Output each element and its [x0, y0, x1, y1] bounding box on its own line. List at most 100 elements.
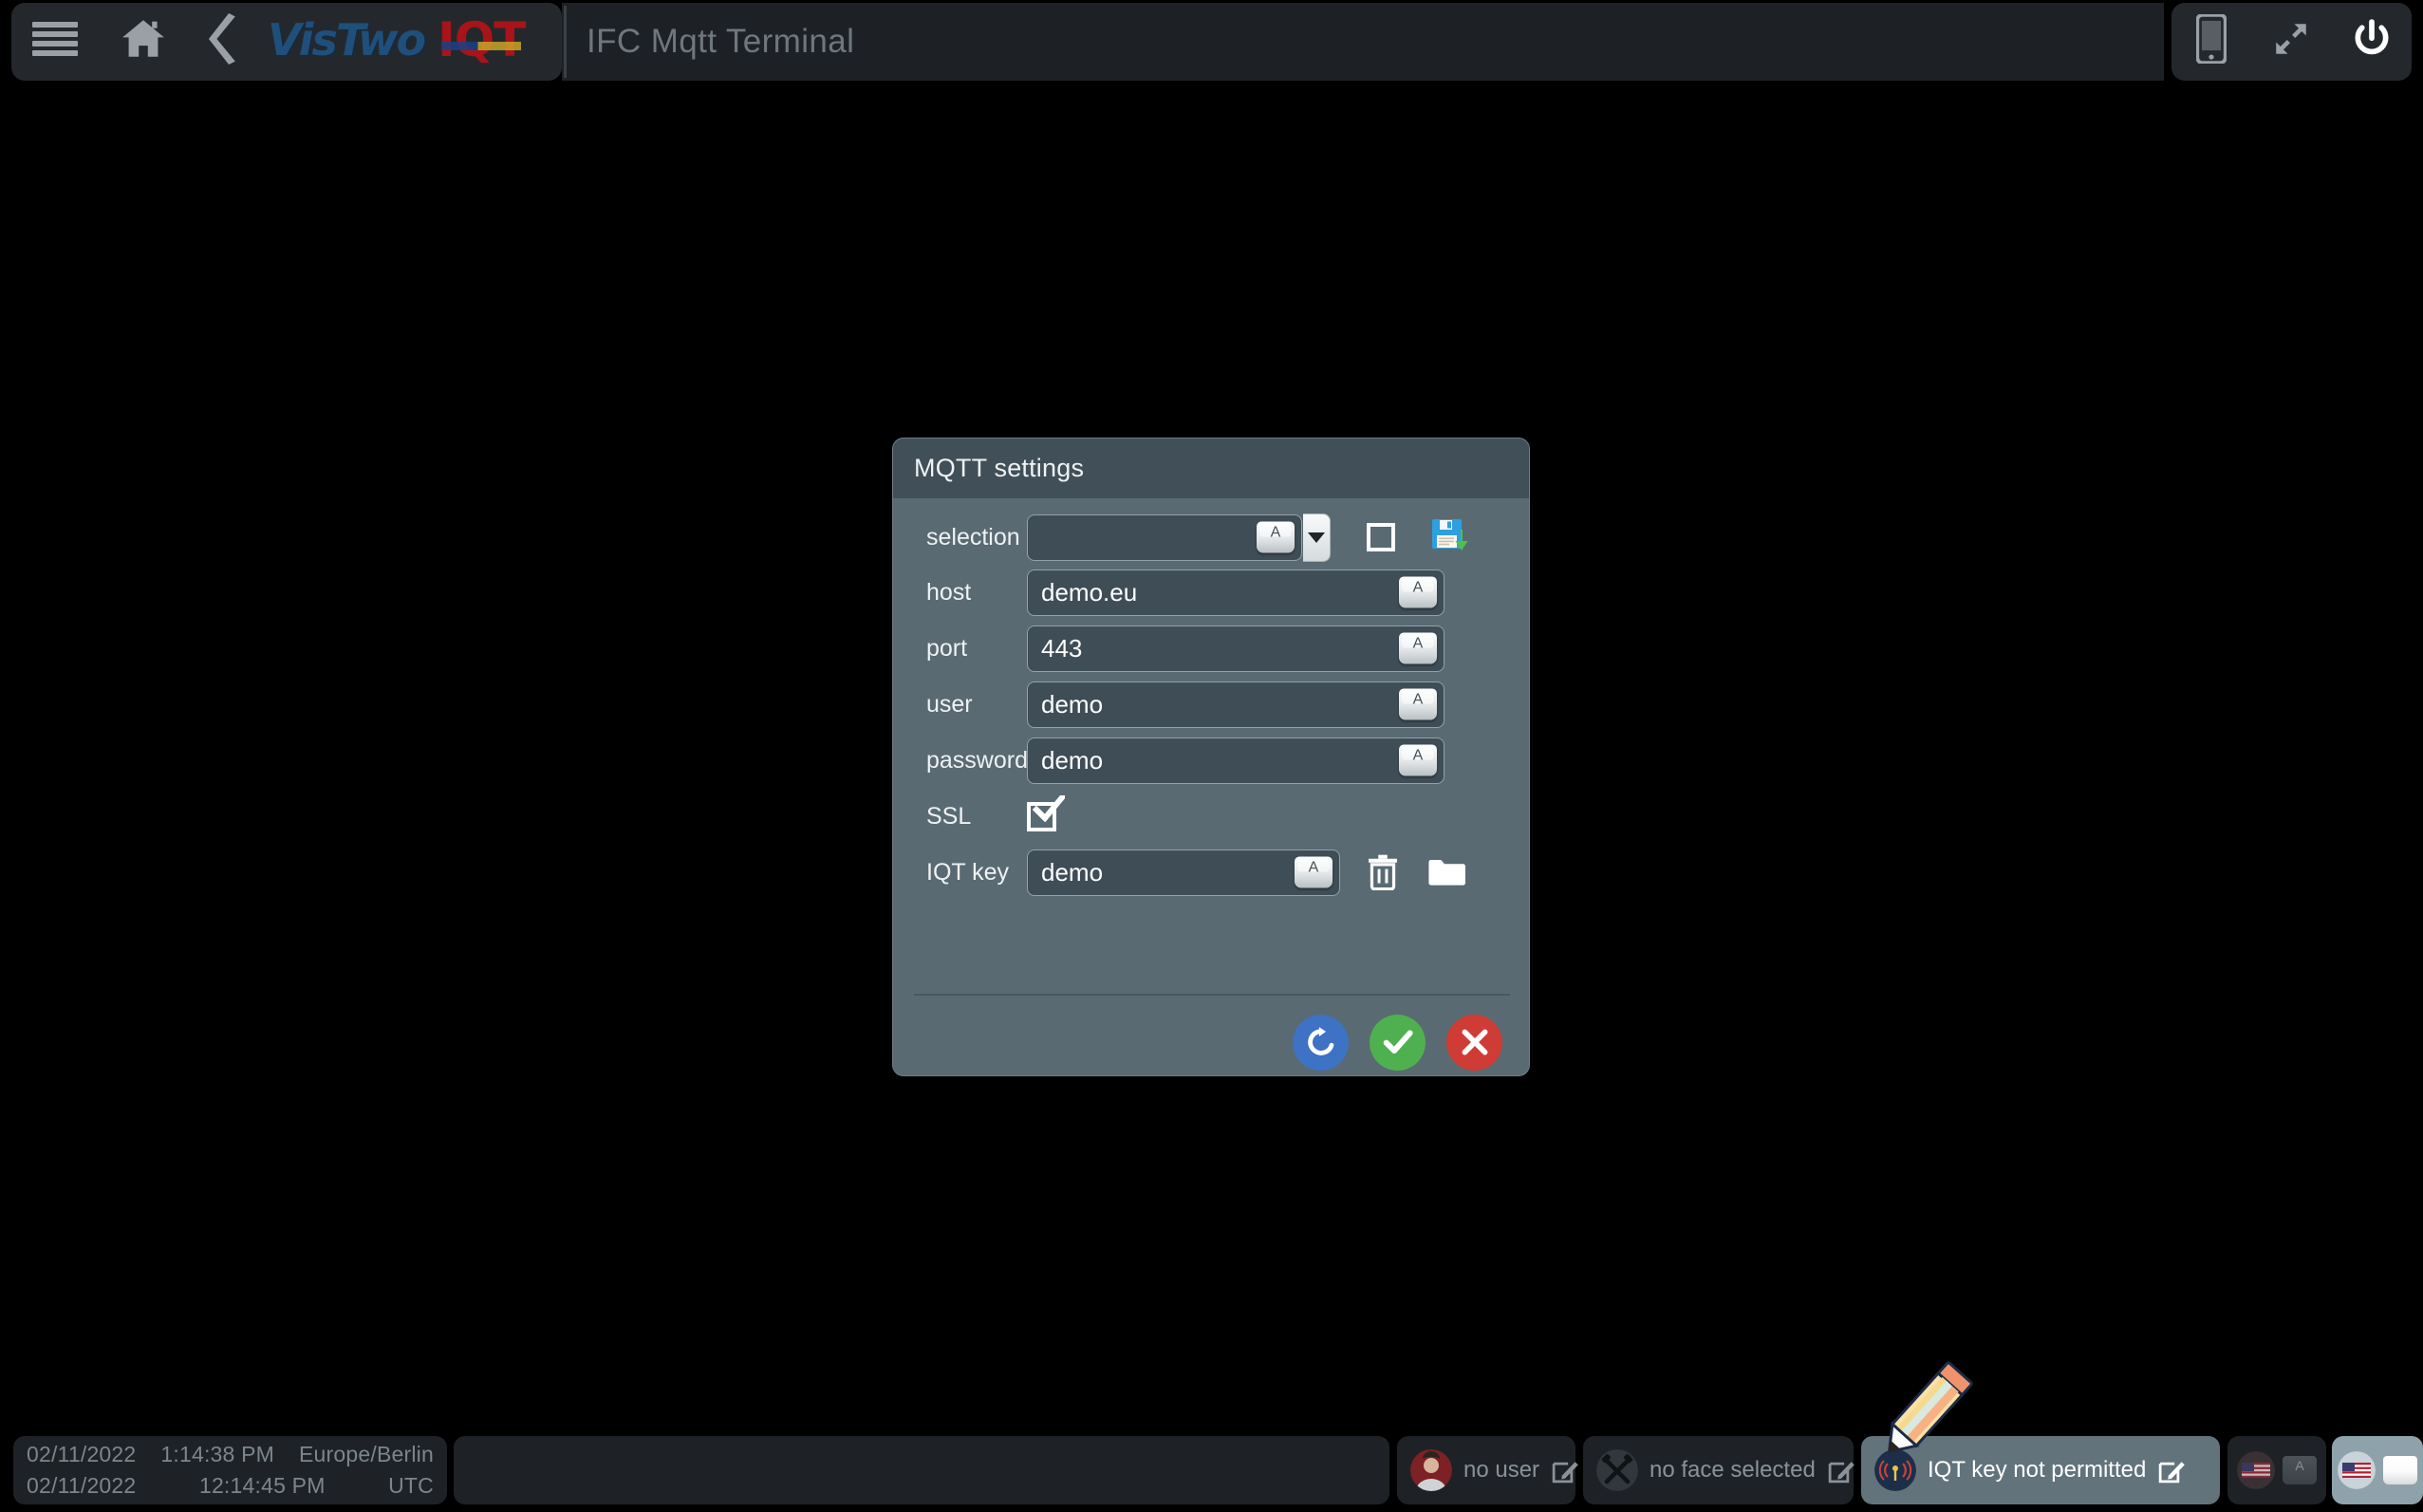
- clock-local-date: 02/11/2022: [27, 1442, 137, 1466]
- iqt-key-input[interactable]: demo A: [1027, 849, 1340, 896]
- language-inactive-panel[interactable]: A: [2227, 1436, 2326, 1504]
- status-spacer-panel: [454, 1436, 1389, 1504]
- selection-dropdown-button[interactable]: [1303, 513, 1331, 562]
- form-row-ssl: SSL: [893, 789, 1529, 844]
- label-ssl: SSL: [926, 802, 972, 830]
- chevron-down-icon: [1308, 532, 1325, 543]
- selection-checkbox[interactable]: [1367, 523, 1395, 551]
- status-user-label: no user: [1463, 1457, 1540, 1483]
- mobile-phone-icon[interactable]: [2171, 0, 2251, 78]
- status-face-label: no face selected: [1650, 1457, 1816, 1483]
- keyboard-key-icon[interactable]: A: [1399, 632, 1437, 664]
- keyboard-key-icon[interactable]: A: [1295, 856, 1333, 888]
- keyboard-key-icon: A: [2283, 1456, 2317, 1484]
- mqtt-settings-dialog: MQTT settings selection A host demo.eu A…: [892, 438, 1530, 1076]
- power-icon[interactable]: [2331, 0, 2412, 78]
- dialog-separator: [914, 994, 1510, 996]
- floppy-save-glyph: [1432, 519, 1468, 551]
- hamburger-bar: [32, 41, 78, 47]
- checkmark-icon: [1033, 794, 1065, 822]
- reload-button[interactable]: [1293, 1014, 1349, 1071]
- logo-iqt-text: IQT: [438, 12, 526, 67]
- status-face-panel[interactable]: no face selected: [1583, 1436, 1855, 1504]
- chevron-left-glyph: [208, 13, 235, 65]
- iqt-key-value: demo: [1041, 857, 1104, 887]
- header-divider: [564, 6, 567, 78]
- iqt-badge-glyph: [1874, 1449, 1916, 1491]
- cancel-button[interactable]: [1446, 1014, 1502, 1071]
- user-input[interactable]: demo A: [1027, 681, 1444, 728]
- selection-input[interactable]: A: [1027, 513, 1302, 561]
- port-input[interactable]: 443 A: [1027, 625, 1444, 672]
- dialog-body: selection A host demo.eu A port 443 A us…: [893, 498, 1529, 1075]
- host-input[interactable]: demo.eu A: [1027, 569, 1444, 616]
- port-value: 443: [1041, 633, 1083, 663]
- label-password: password: [926, 746, 1028, 774]
- form-row-user: user demo A: [893, 677, 1529, 732]
- hammers-glyph: [1596, 1449, 1638, 1491]
- app-logo: VisTwo IQT: [268, 12, 526, 67]
- status-user-panel[interactable]: no user: [1397, 1436, 1578, 1504]
- home-icon[interactable]: [101, 0, 186, 78]
- user-avatar-icon: [1410, 1449, 1452, 1491]
- iqt-key-badge-icon: [1874, 1449, 1916, 1491]
- form-row-port: port 443 A: [893, 621, 1529, 676]
- floppy-save-icon[interactable]: [1431, 517, 1471, 557]
- clock-local-zone: Europe/Berlin: [299, 1442, 434, 1466]
- avatar-glyph: [1410, 1449, 1452, 1491]
- password-input[interactable]: demo A: [1027, 737, 1444, 784]
- keyboard-key-icon[interactable]: A: [1399, 688, 1437, 720]
- dialog-title: MQTT settings: [914, 454, 1085, 482]
- app-header: VisTwo IQT IFC Mqtt Terminal: [0, 0, 2423, 84]
- keyboard-key-icon[interactable]: A: [1257, 521, 1295, 553]
- dialog-titlebar: MQTT settings: [893, 439, 1529, 498]
- logo-vistwo-text: VisTwo: [268, 14, 426, 65]
- us-flag-icon: [2237, 1451, 2275, 1489]
- clock-utc-line: 02/11/2022 12:14:45 PM UTC: [27, 1470, 434, 1502]
- expand-arrows-glyph: [2276, 24, 2306, 54]
- us-flag-icon: [2338, 1451, 2376, 1489]
- language-active-panel[interactable]: [2332, 1436, 2423, 1504]
- home-glyph: [122, 20, 164, 57]
- us-flag-glyph: [2338, 1451, 2376, 1489]
- close-x-icon: [1462, 1029, 1487, 1055]
- form-row-iqt-key: IQT key demo A: [893, 845, 1529, 900]
- trash-glyph: [1369, 854, 1397, 891]
- label-host: host: [926, 578, 972, 606]
- ssl-checkbox[interactable]: [1027, 794, 1065, 831]
- trash-icon[interactable]: [1367, 854, 1399, 891]
- reload-icon: [1307, 1027, 1333, 1055]
- confirm-button[interactable]: [1370, 1014, 1426, 1071]
- keyboard-key-icon[interactable]: A: [1399, 744, 1437, 776]
- hammers-icon: [1596, 1449, 1638, 1491]
- keyboard-key-icon: [2383, 1456, 2417, 1484]
- label-user: user: [926, 690, 973, 718]
- window-title: IFC Mqtt Terminal: [587, 23, 855, 60]
- hamburger-bar: [32, 50, 78, 56]
- form-row-selection: selection A: [893, 510, 1529, 565]
- clock-utc-zone: UTC: [388, 1473, 434, 1498]
- folder-glyph: [1428, 860, 1465, 886]
- dialog-action-buttons: [893, 1009, 1529, 1075]
- back-chevron-icon[interactable]: [186, 0, 262, 78]
- host-value: demo.eu: [1041, 577, 1138, 607]
- keyboard-key-icon[interactable]: A: [1399, 576, 1437, 608]
- hamburger-bar: [32, 31, 78, 37]
- folder-icon[interactable]: [1427, 857, 1465, 887]
- label-port: port: [926, 634, 968, 662]
- clock-local-time: 1:14:38 PM: [160, 1442, 275, 1466]
- label-iqt-key: IQT key: [926, 858, 1010, 886]
- edit-pencil-icon[interactable]: [2157, 1456, 2186, 1484]
- password-value: demo: [1041, 745, 1104, 775]
- us-flag-glyph: [2237, 1451, 2275, 1489]
- edit-pencil-icon[interactable]: [1551, 1456, 1579, 1484]
- status-iqt-key-label: IQT key not permitted: [1928, 1457, 2147, 1483]
- hamburger-bar: [32, 22, 78, 28]
- power-glyph: [2355, 19, 2388, 55]
- clock-local-line: 02/11/2022 1:14:38 PM Europe/Berlin: [27, 1439, 434, 1470]
- clock-utc-time: 12:14:45 PM: [198, 1473, 326, 1498]
- edit-pencil-icon[interactable]: [1827, 1456, 1855, 1484]
- fullscreen-expand-icon[interactable]: [2251, 0, 2331, 78]
- hamburger-menu-icon[interactable]: [9, 0, 101, 78]
- status-iqt-key-panel[interactable]: IQT key not permitted: [1861, 1436, 2220, 1504]
